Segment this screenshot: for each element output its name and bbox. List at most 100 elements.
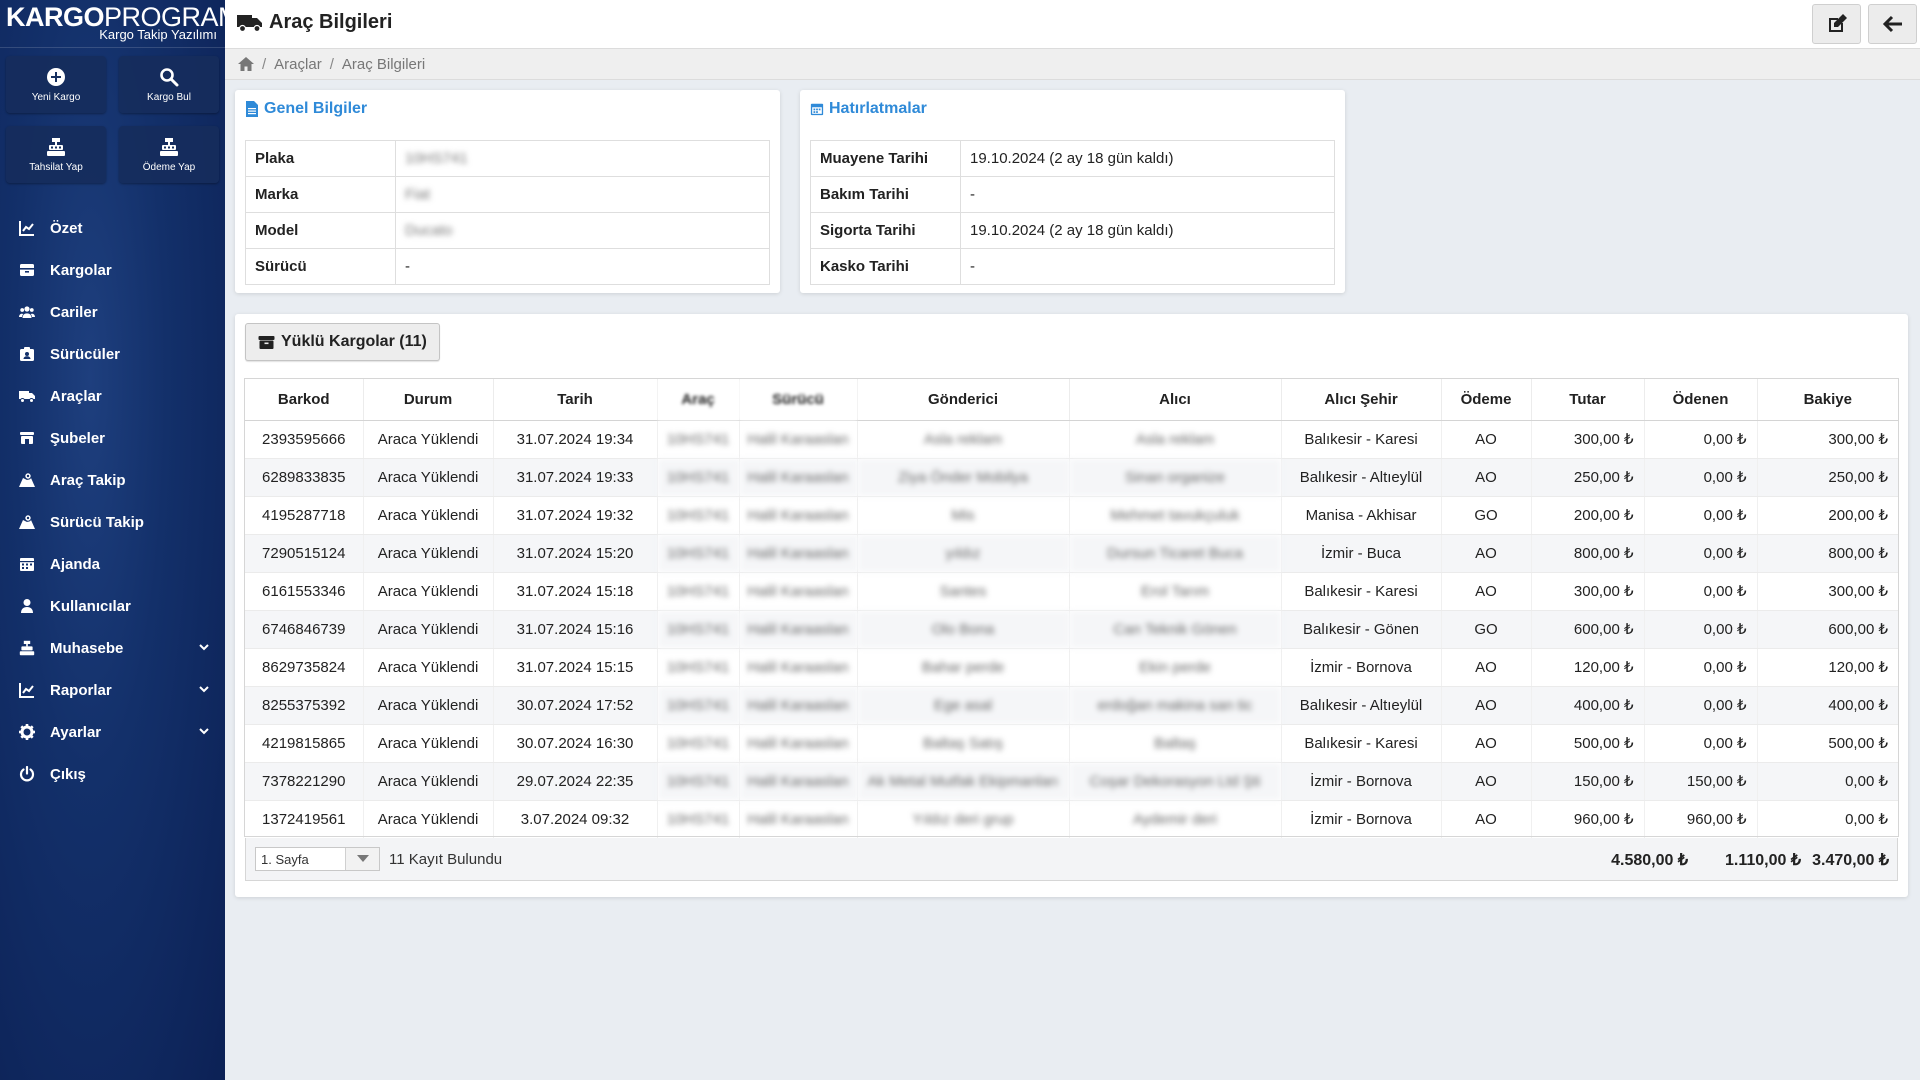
cell-barkod: 1372419561 [245, 800, 363, 839]
map-location-icon [19, 472, 35, 487]
file-text-icon [246, 101, 258, 117]
cell-alici: Aydemir deri [1068, 800, 1281, 839]
table-row[interactable]: 7378221290 Araca Yüklendi 29.07.2024 22:35… [245, 762, 1898, 801]
power-icon [19, 766, 35, 782]
cell-odeme: AO [1440, 800, 1531, 839]
cell-durum: Araca Yüklendi [362, 572, 493, 611]
cell-barkod: 7290515124 [245, 534, 363, 573]
collect-payment-button[interactable]: Tahsilat Yap [6, 126, 106, 183]
table-row[interactable]: 6161553346 Araca Yüklendi 31.07.2024 15:18… [245, 572, 1898, 611]
column-header-barkod[interactable]: Barkod [245, 379, 363, 421]
cell-alici-sehir: İzmir - Bornova [1280, 648, 1441, 687]
cell-odenen: 0,00 ₺ [1643, 496, 1757, 535]
new-cargo-button[interactable]: Yeni Kargo [6, 56, 106, 113]
cell-alici: Asla reklam [1068, 420, 1281, 459]
cell-gonderici: Ege asal [856, 686, 1069, 725]
info-row-model: Model Ducato [245, 212, 770, 249]
cell-gonderici: Mis [856, 496, 1069, 535]
cell-tutar: 150,00 ₺ [1530, 762, 1644, 801]
sidebar-item-label: Kargolar [50, 261, 112, 279]
cell-arac: 10HS741 [656, 686, 739, 725]
cell-alici-sehir: Manisa - Akhisar [1280, 496, 1441, 535]
app-logo[interactable]: KARGOPROGRAMI Kargo Takip Yazılımı [0, 0, 248, 48]
cell-tutar: 300,00 ₺ [1530, 572, 1644, 611]
cell-odeme: AO [1440, 534, 1531, 573]
sidebar-item-ayarlar[interactable]: Ayarlar [0, 711, 225, 753]
search-icon [160, 67, 179, 86]
cell-tarih: 31.07.2024 19:34 [492, 420, 657, 459]
cell-arac: 10HS741 [656, 724, 739, 763]
edit-button[interactable] [1812, 4, 1861, 44]
table-row[interactable]: 6746846739 Araca Yüklendi 31.07.2024 15:16… [245, 610, 1898, 649]
cell-gonderici: Bahar perde [856, 648, 1069, 687]
table-row[interactable]: 8629735824 Araca Yüklendi 31.07.2024 15:15… [245, 648, 1898, 687]
column-header-surucu[interactable]: Sürücü [738, 379, 857, 421]
column-header-bakiye[interactable]: Bakiye [1756, 379, 1898, 421]
column-header-tarih[interactable]: Tarih [492, 379, 657, 421]
table-row[interactable]: 1372419561 Araca Yüklendi 3.07.2024 09:32 1… [245, 800, 1898, 839]
sidebar-item-kullanicilar[interactable]: Kullanıcılar [0, 585, 225, 627]
line-chart-icon [19, 221, 34, 236]
column-header-arac[interactable]: Araç [656, 379, 739, 421]
column-header-alici[interactable]: Alıcı [1068, 379, 1281, 421]
cell-surucu: Halil Karaaslan [738, 496, 857, 535]
sidebar-item-ajanda[interactable]: Ajanda [0, 543, 225, 585]
sidebar-item-arac-takip[interactable]: Araç Takip [0, 459, 225, 501]
cash-register-icon [19, 640, 35, 656]
cell-odeme: AO [1440, 458, 1531, 497]
make-payment-button[interactable]: Ödeme Yap [119, 126, 219, 183]
table-header-row: Barkod Durum Tarih Araç Sürücü Gönderici… [245, 379, 1898, 421]
loaded-cargos-card: Yüklü Kargolar (11) Barkod Durum Tarih A… [235, 314, 1908, 897]
column-header-odenen[interactable]: Ödenen [1643, 379, 1757, 421]
sidebar-item-raporlar[interactable]: Raporlar [0, 669, 225, 711]
table-row[interactable]: 8255375392 Araca Yüklendi 30.07.2024 17:52… [245, 686, 1898, 725]
cell-tutar: 500,00 ₺ [1530, 724, 1644, 763]
sidebar-item-araclar[interactable]: Araçlar [0, 375, 225, 417]
home-icon[interactable] [238, 57, 254, 71]
sidebar-item-subeler[interactable]: Şubeler [0, 417, 225, 459]
find-cargo-button[interactable]: Kargo Bul [119, 56, 219, 113]
table-row[interactable]: 6289833835 Araca Yüklendi 31.07.2024 19:33… [245, 458, 1898, 497]
reminder-value: - [960, 176, 1335, 213]
column-header-alici-sehir[interactable]: Alıcı Şehir [1280, 379, 1441, 421]
column-header-odeme[interactable]: Ödeme [1440, 379, 1531, 421]
cell-alici-sehir: Balıkesir - Karesi [1280, 420, 1441, 459]
breadcrumb-link-araclar[interactable]: Araçlar [274, 56, 322, 73]
table-row[interactable]: 7290515124 Araca Yüklendi 31.07.2024 15:20… [245, 534, 1898, 573]
cell-odenen: 0,00 ₺ [1643, 420, 1757, 459]
reminder-row-muayene: Muayene Tarihi 19.10.2024 (2 ay 18 gün ka… [810, 140, 1335, 177]
table-row[interactable]: 4219815865 Araca Yüklendi 30.07.2024 16:30… [245, 724, 1898, 763]
info-value: 10HS741 [395, 140, 770, 177]
info-row-marka: Marka Fiat [245, 176, 770, 213]
cell-tarih: 31.07.2024 19:32 [492, 496, 657, 535]
cell-alici: Mehmet tavukçuluk [1068, 496, 1281, 535]
cell-odenen: 0,00 ₺ [1643, 534, 1757, 573]
arrow-left-icon [1882, 15, 1902, 33]
column-header-gonderici[interactable]: Gönderici [856, 379, 1069, 421]
cell-bakiye: 120,00 ₺ [1756, 648, 1898, 687]
table-row[interactable]: 4195287718 Araca Yüklendi 31.07.2024 19:32… [245, 496, 1898, 535]
sidebar-item-suruculer[interactable]: Sürücüler [0, 333, 225, 375]
column-header-tutar[interactable]: Tutar [1530, 379, 1644, 421]
info-row-surucu: Sürücü - [245, 248, 770, 285]
sidebar-item-muhasebe[interactable]: Muhasebe [0, 627, 225, 669]
reminder-row-sigorta: Sigorta Tarihi 19.10.2024 (2 ay 18 gün ka… [810, 212, 1335, 249]
cell-arac: 10HS741 [656, 610, 739, 649]
page-select[interactable]: 1. Sayfa [255, 847, 380, 871]
sidebar-item-cikis[interactable]: Çıkış [0, 753, 225, 795]
sidebar-item-surucu-takip[interactable]: Sürücü Takip [0, 501, 225, 543]
cell-surucu: Halil Karaaslan [738, 458, 857, 497]
reminder-value: 19.10.2024 (2 ay 18 gün kaldı) [960, 140, 1335, 177]
sidebar-item-cariler[interactable]: Cariler [0, 291, 225, 333]
column-header-durum[interactable]: Durum [362, 379, 493, 421]
loaded-cargos-tab[interactable]: Yüklü Kargolar (11) [245, 323, 440, 361]
cell-tarih: 31.07.2024 15:15 [492, 648, 657, 687]
sidebar-item-label: Muhasebe [50, 639, 124, 657]
back-button[interactable] [1868, 4, 1917, 44]
cash-register-icon [47, 137, 65, 156]
edit-icon [1828, 14, 1847, 32]
cell-barkod: 6161553346 [245, 572, 363, 611]
sidebar-item-kargolar[interactable]: Kargolar [0, 249, 225, 291]
table-row[interactable]: 2393595666 Araca Yüklendi 31.07.2024 19:34… [245, 420, 1898, 459]
sidebar-item-ozet[interactable]: Özet [0, 207, 225, 249]
